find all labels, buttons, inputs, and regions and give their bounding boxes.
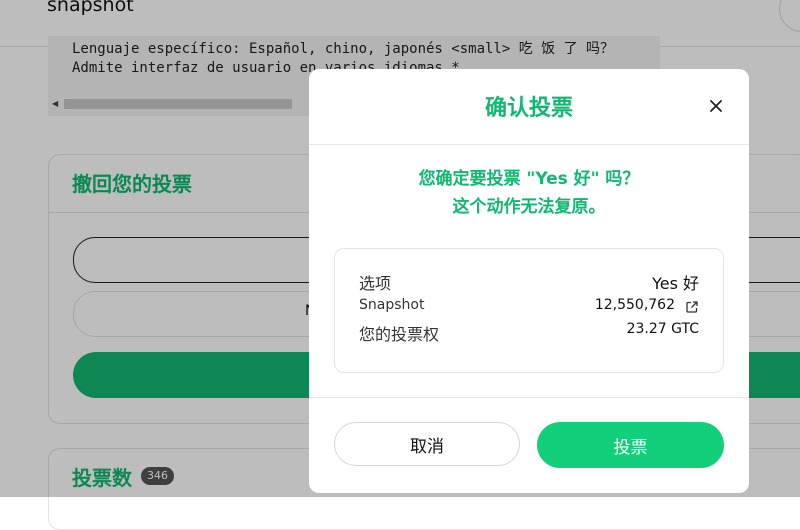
voting-power-row: 您的投票权 23.27 GTC — [359, 321, 699, 345]
option-value: Yes 好 — [652, 274, 699, 293]
close-icon[interactable] — [705, 95, 727, 117]
modal-footer: 取消 投票 — [309, 397, 749, 493]
cancel-button[interactable]: 取消 — [334, 422, 520, 466]
option-row: 选项 Yes 好 — [359, 270, 699, 294]
vote-button[interactable]: 投票 — [537, 422, 724, 468]
snapshot-value[interactable]: 12,550,762 — [595, 297, 675, 313]
confirm-message: 您确定要投票 "Yes 好" 吗？ 这个动作无法复原。 — [309, 165, 749, 221]
modal-header: 确认投票 — [309, 69, 749, 145]
snapshot-label: Snapshot — [359, 297, 425, 313]
snapshot-row: Snapshot 12,550,762 — [359, 297, 699, 321]
voting-power-label: 您的投票权 — [359, 325, 440, 344]
external-link-icon[interactable] — [685, 299, 699, 313]
confirm-warning: 这个动作无法复原。 — [452, 197, 606, 217]
confirm-question: 您确定要投票 "Yes 好" 吗？ — [418, 169, 640, 189]
modal-title: 确认投票 — [484, 96, 573, 121]
confirm-vote-modal: 确认投票 您确定要投票 "Yes 好" 吗？ 这个动作无法复原。 选项 Yes … — [309, 69, 749, 493]
vote-details: 选项 Yes 好 Snapshot 12,550,762 您的投票权 23.27… — [334, 248, 724, 373]
option-label: 选项 — [359, 274, 392, 293]
voting-power-value: 23.27 GTC — [626, 321, 699, 337]
